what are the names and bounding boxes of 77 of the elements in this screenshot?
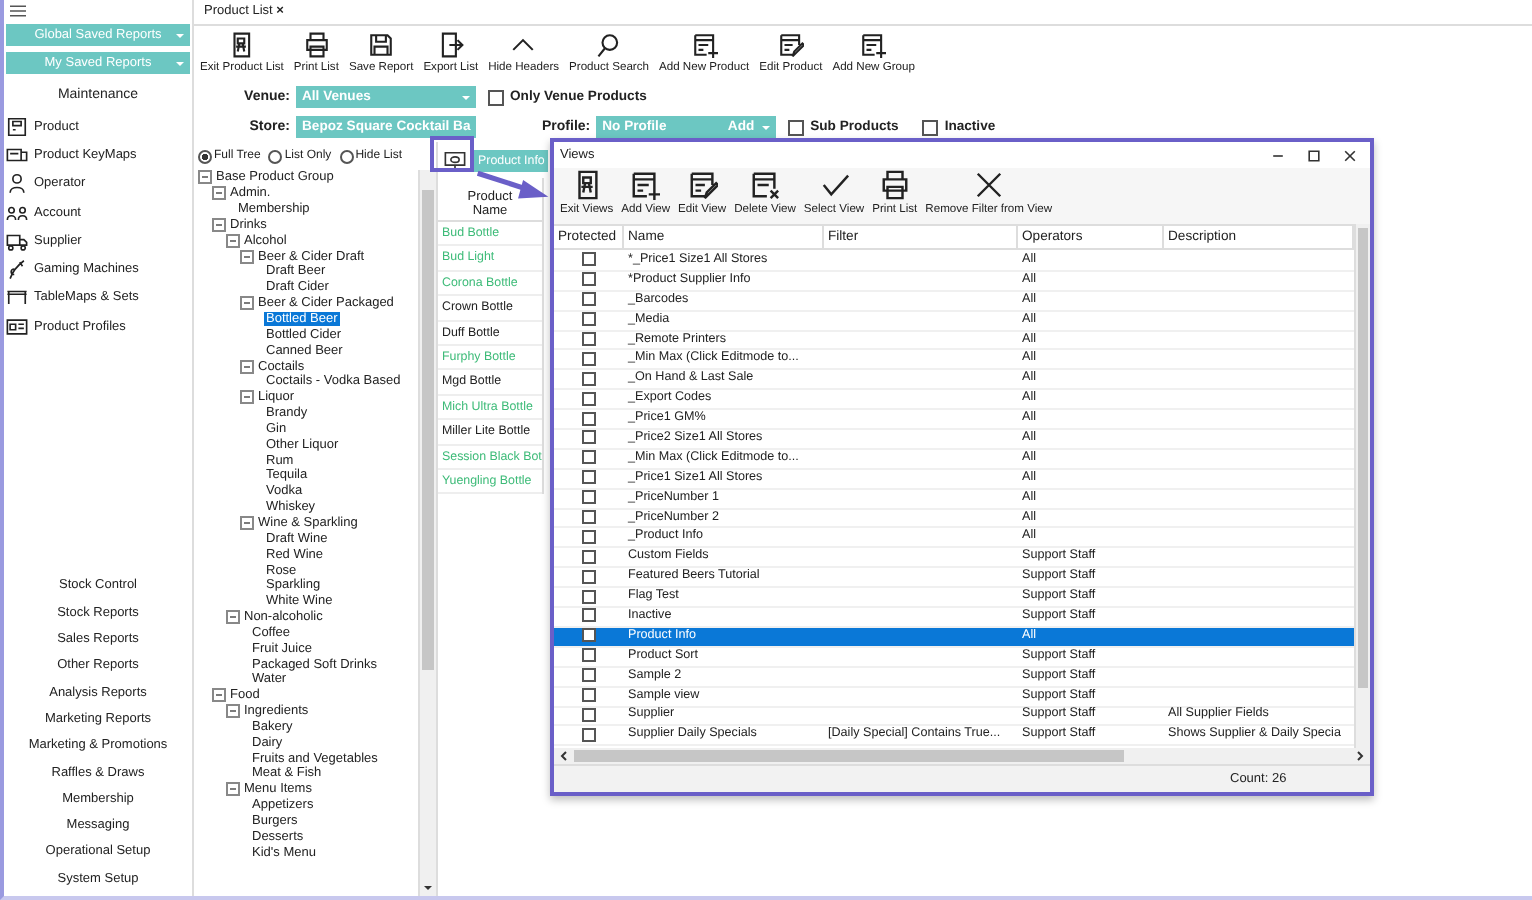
people-icon: [6, 201, 28, 224]
checkbox[interactable]: [582, 727, 596, 742]
checkbox[interactable]: [582, 470, 596, 485]
scroll-left-icon[interactable]: [558, 750, 570, 762]
table-icon: [6, 286, 28, 309]
search-icon: [596, 32, 623, 58]
menu-icon[interactable]: [10, 4, 26, 18]
radio-button[interactable]: [339, 149, 354, 163]
checkbox[interactable]: [488, 89, 504, 105]
checkbox[interactable]: [582, 549, 596, 564]
expander-icon[interactable]: [226, 610, 240, 625]
checkbox[interactable]: [582, 292, 596, 307]
checkbox[interactable]: [788, 119, 805, 135]
printer-icon: [303, 32, 330, 58]
expander-icon[interactable]: [226, 782, 240, 797]
caret-icon: [176, 34, 184, 38]
checkbox[interactable]: [582, 450, 596, 465]
checkbox[interactable]: [922, 119, 939, 135]
expander-icon[interactable]: [212, 186, 226, 201]
expander-icon[interactable]: [226, 704, 240, 719]
expander-icon[interactable]: [212, 688, 226, 703]
checkbox[interactable]: [582, 252, 596, 267]
monitor-icon[interactable]: [443, 149, 465, 171]
checkbox[interactable]: [582, 430, 596, 445]
maximize-icon[interactable]: [1306, 147, 1322, 163]
scrollbar[interactable]: [554, 748, 1370, 764]
checkbox[interactable]: [582, 589, 596, 604]
scroll-down-icon[interactable]: [420, 880, 436, 896]
expander-icon[interactable]: [240, 390, 254, 405]
checkbox[interactable]: [582, 529, 596, 544]
add-document-icon: [630, 170, 661, 200]
checkbox[interactable]: [582, 569, 596, 584]
checkbox[interactable]: [582, 332, 596, 347]
checkbox[interactable]: [582, 608, 596, 623]
checkbox[interactable]: [582, 391, 596, 406]
expander-icon[interactable]: [226, 233, 240, 248]
card-icon: [6, 315, 28, 338]
checkbox[interactable]: [582, 490, 596, 505]
add-document-icon: [691, 32, 718, 58]
checkbox[interactable]: [582, 312, 596, 327]
add-document-icon: [860, 32, 887, 58]
person-icon: [6, 172, 28, 195]
expander-icon[interactable]: [240, 249, 254, 264]
checkbox[interactable]: [582, 628, 596, 643]
expander-icon[interactable]: [240, 359, 254, 374]
checkbox[interactable]: [582, 272, 596, 287]
checkbox[interactable]: [582, 510, 596, 525]
checkbox[interactable]: [582, 648, 596, 663]
delete-document-icon: [750, 170, 780, 200]
edit-document-icon: [777, 32, 804, 58]
checkbox[interactable]: [582, 411, 596, 426]
expander-icon[interactable]: [240, 296, 254, 311]
keyboard-icon: [6, 143, 28, 166]
box-icon: [6, 115, 28, 138]
radio-button[interactable]: [198, 149, 212, 163]
highlight-frame: [430, 136, 474, 172]
truck-icon: [6, 229, 28, 252]
close-icon: [973, 170, 1004, 200]
checkbox[interactable]: [582, 371, 596, 386]
close-icon[interactable]: [1342, 147, 1358, 163]
checkbox[interactable]: [582, 351, 596, 366]
checkmark-icon: [819, 170, 850, 200]
scroll-right-icon[interactable]: [1354, 750, 1366, 762]
expander-icon[interactable]: [240, 515, 254, 530]
scrollbar[interactable]: [418, 170, 436, 896]
printer-icon: [879, 170, 910, 200]
pen-icon: [6, 258, 28, 281]
export-icon: [437, 32, 464, 58]
checkbox[interactable]: [582, 668, 596, 683]
edit-document-icon: [687, 170, 718, 200]
scrollbar[interactable]: [1354, 224, 1370, 748]
caret-icon: [176, 62, 184, 66]
expander-icon[interactable]: [198, 170, 212, 185]
exit-icon: [228, 32, 255, 58]
radio-button[interactable]: [268, 149, 283, 163]
checkbox[interactable]: [582, 688, 596, 703]
expander-icon[interactable]: [212, 217, 226, 232]
